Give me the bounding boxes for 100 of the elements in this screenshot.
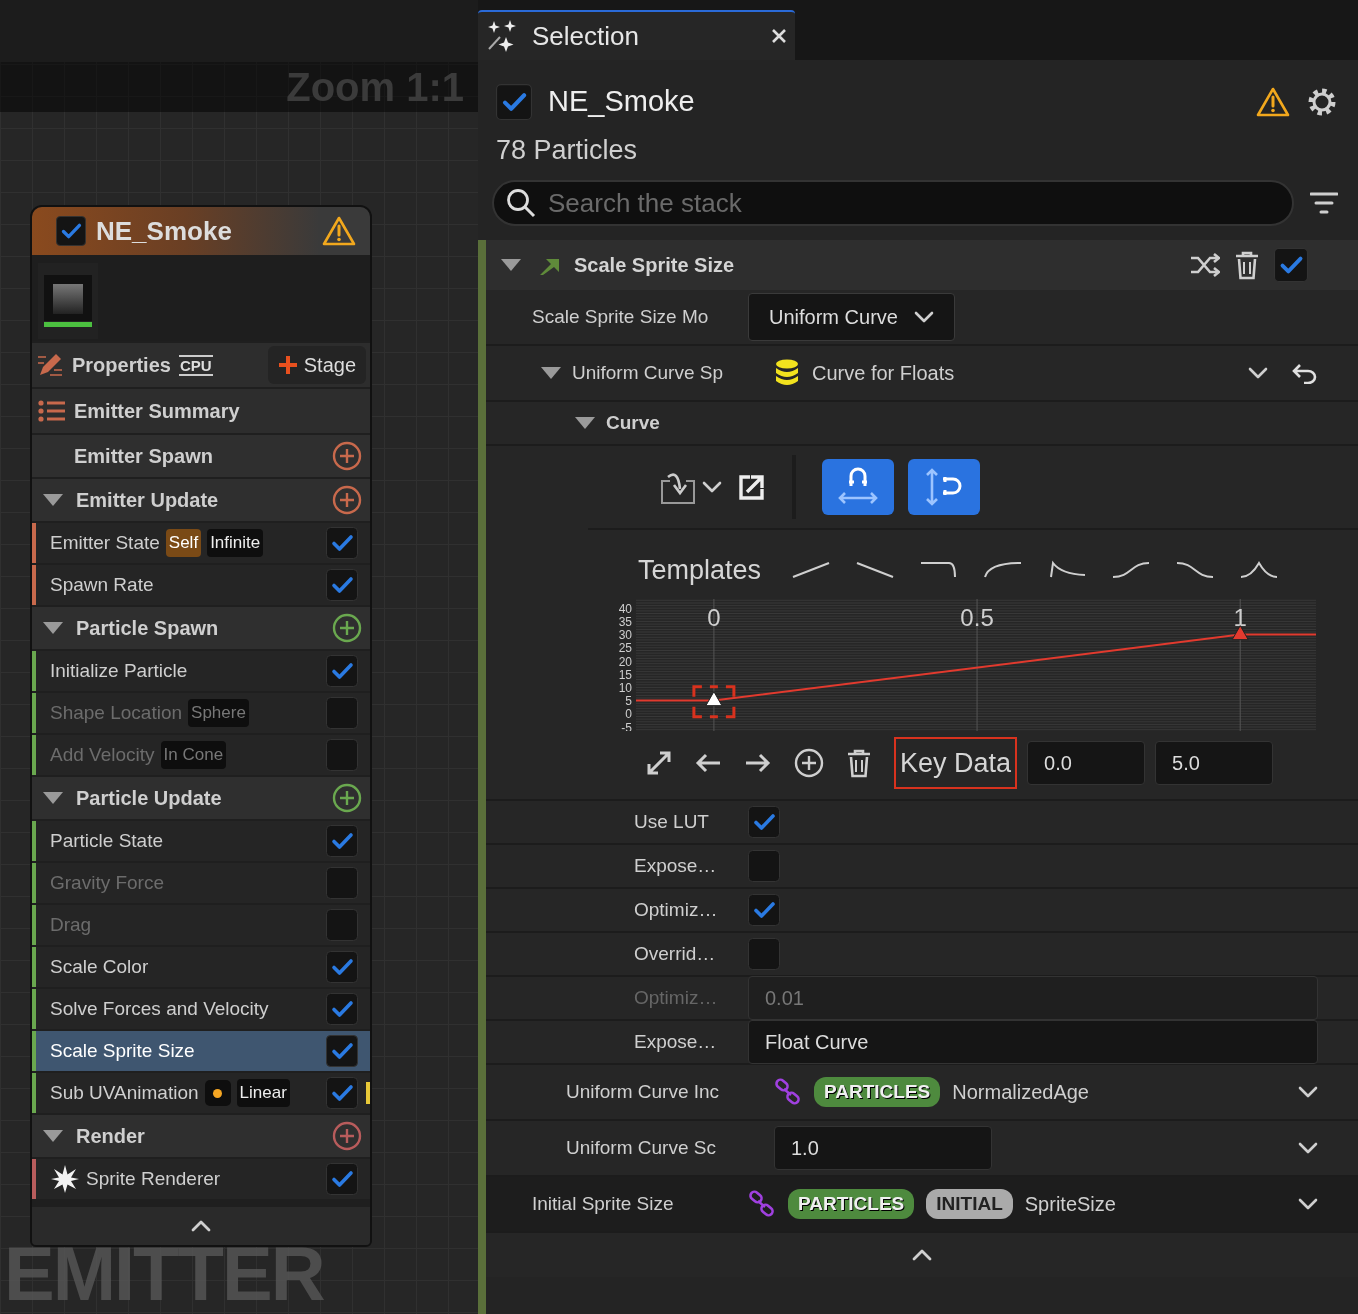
axis-tick-label: 0: [625, 706, 632, 721]
snap-toggle[interactable]: [908, 459, 980, 515]
module-label: Sprite Renderer: [86, 1166, 221, 1191]
asset-name: Curve for Floats: [812, 361, 955, 386]
checkbox[interactable]: [748, 806, 780, 838]
collapse-triangle-icon[interactable]: [42, 791, 64, 805]
module-row[interactable]: Add Velocity In Cone: [32, 735, 370, 775]
trash-icon[interactable]: [846, 747, 872, 778]
fit-icon[interactable]: [646, 749, 672, 776]
node-title: NE_Smoke: [96, 214, 233, 248]
checkbox[interactable]: [748, 894, 780, 926]
checkbox[interactable]: [326, 909, 358, 941]
checkbox[interactable]: [1274, 248, 1308, 282]
module-header[interactable]: Scale Sprite Size: [486, 240, 1358, 290]
checkbox[interactable]: [326, 739, 358, 771]
curve-key[interactable]: [1231, 624, 1249, 640]
tag: Linear: [236, 1079, 290, 1107]
checkbox[interactable]: [326, 655, 358, 687]
checkbox[interactable]: [326, 1077, 358, 1109]
checkbox[interactable]: [326, 993, 358, 1025]
property-label: Initial Sprite Size: [532, 1191, 674, 1216]
dot-tag: [204, 1080, 231, 1106]
section-header[interactable]: Emitter Update: [32, 479, 370, 521]
chevron-down-icon[interactable]: [1298, 1086, 1318, 1098]
tag: In Cone: [160, 741, 227, 769]
collapse-triangle-icon[interactable]: [500, 258, 522, 272]
module-row[interactable]: Particle State: [32, 821, 370, 861]
snap-toggle[interactable]: [822, 459, 894, 515]
chevron-up-icon[interactable]: [191, 1220, 211, 1232]
summary-row[interactable]: Emitter Summary: [32, 389, 370, 433]
checkbox[interactable]: [326, 825, 358, 857]
module-row[interactable]: Initialize Particle: [32, 651, 370, 691]
undo-icon[interactable]: [1292, 362, 1318, 384]
section-header[interactable]: Particle Update: [32, 777, 370, 819]
module-row[interactable]: Scale Color: [32, 947, 370, 987]
checkbox[interactable]: [748, 938, 780, 970]
chevron-down-icon[interactable]: [1298, 1198, 1318, 1210]
add-icon[interactable]: [332, 441, 362, 471]
section-header[interactable]: Emitter Spawn: [32, 435, 370, 477]
module-row[interactable]: Sprite Renderer: [32, 1159, 370, 1199]
shuffle-icon[interactable]: [1190, 252, 1220, 278]
mode-dropdown[interactable]: Uniform Curve: [748, 293, 955, 341]
key-value-field[interactable]: 5.0: [1155, 740, 1274, 785]
module-row[interactable]: Solve Forces and Velocity: [32, 989, 370, 1029]
module-row[interactable]: Emitter State Self Infinite: [32, 523, 370, 563]
module-row[interactable]: Spawn Rate: [32, 565, 370, 605]
checkbox[interactable]: [326, 867, 358, 899]
filter-icon[interactable]: [1310, 191, 1338, 215]
axis-tick-label: 40: [618, 601, 632, 616]
text-field[interactable]: Float Curve: [748, 1020, 1318, 1064]
chevron-up-icon[interactable]: [912, 1249, 932, 1261]
module-row[interactable]: Scale Sprite Size: [32, 1031, 370, 1071]
section-title: Emitter Spawn: [74, 444, 214, 469]
stage-button[interactable]: Stage: [267, 346, 366, 384]
selection-tab[interactable]: Selection: [478, 10, 795, 60]
collapse-triangle-icon[interactable]: [574, 416, 596, 430]
trash-icon[interactable]: [1234, 250, 1260, 280]
property-label: Optimiz…: [634, 985, 718, 1010]
checkbox[interactable]: [326, 1035, 358, 1067]
search-field[interactable]: Search the stack: [548, 183, 1280, 223]
key-time-field[interactable]: 0.0: [1027, 740, 1146, 785]
checkbox[interactable]: [326, 569, 358, 601]
property-label: Curve: [606, 410, 660, 435]
curve-key[interactable]: [692, 684, 736, 718]
section-header[interactable]: Render: [32, 1115, 370, 1157]
section-header[interactable]: Particle Spawn: [32, 607, 370, 649]
close-icon[interactable]: [771, 28, 787, 44]
arrow-right-icon[interactable]: [744, 751, 772, 774]
number-field[interactable]: 1.0: [774, 1126, 992, 1170]
collapse-triangle-icon[interactable]: [42, 621, 64, 635]
add-icon[interactable]: [332, 1121, 362, 1151]
axis-tick-label: 25: [618, 640, 632, 655]
add-key-icon[interactable]: [794, 747, 824, 778]
add-icon[interactable]: [332, 783, 362, 813]
chevron-down-icon[interactable]: [1248, 367, 1268, 379]
add-icon[interactable]: [332, 485, 362, 515]
checkbox[interactable]: [56, 216, 86, 246]
checkbox[interactable]: [326, 527, 358, 559]
module-row[interactable]: Sub UVAnimation Linear: [32, 1073, 370, 1113]
starburst-icon: [50, 1164, 80, 1194]
checkbox[interactable]: [496, 83, 532, 120]
checkbox[interactable]: [748, 850, 780, 882]
checkbox[interactable]: [326, 1163, 358, 1195]
collapse-triangle-icon[interactable]: [42, 1129, 64, 1143]
arrow-left-icon[interactable]: [694, 751, 722, 774]
add-icon[interactable]: [332, 613, 362, 643]
module-title: Scale Sprite Size: [574, 253, 736, 278]
search-bar[interactable]: Search the stack: [492, 180, 1294, 226]
module-label: Shape Location: [50, 700, 183, 725]
module-row[interactable]: Shape Location Sphere: [32, 693, 370, 733]
axis-tick-label: 20: [618, 654, 632, 668]
collapse-triangle-icon[interactable]: [540, 366, 562, 380]
checkbox[interactable]: [326, 697, 358, 729]
chevron-down-icon[interactable]: [1298, 1142, 1318, 1154]
export-icon[interactable]: [738, 473, 766, 501]
collapse-triangle-icon[interactable]: [42, 493, 64, 507]
properties-label[interactable]: Properties: [72, 350, 171, 380]
emitter-title: NE_Smoke: [548, 84, 696, 119]
checkbox[interactable]: [326, 951, 358, 983]
chevron-down-icon: [702, 481, 722, 493]
